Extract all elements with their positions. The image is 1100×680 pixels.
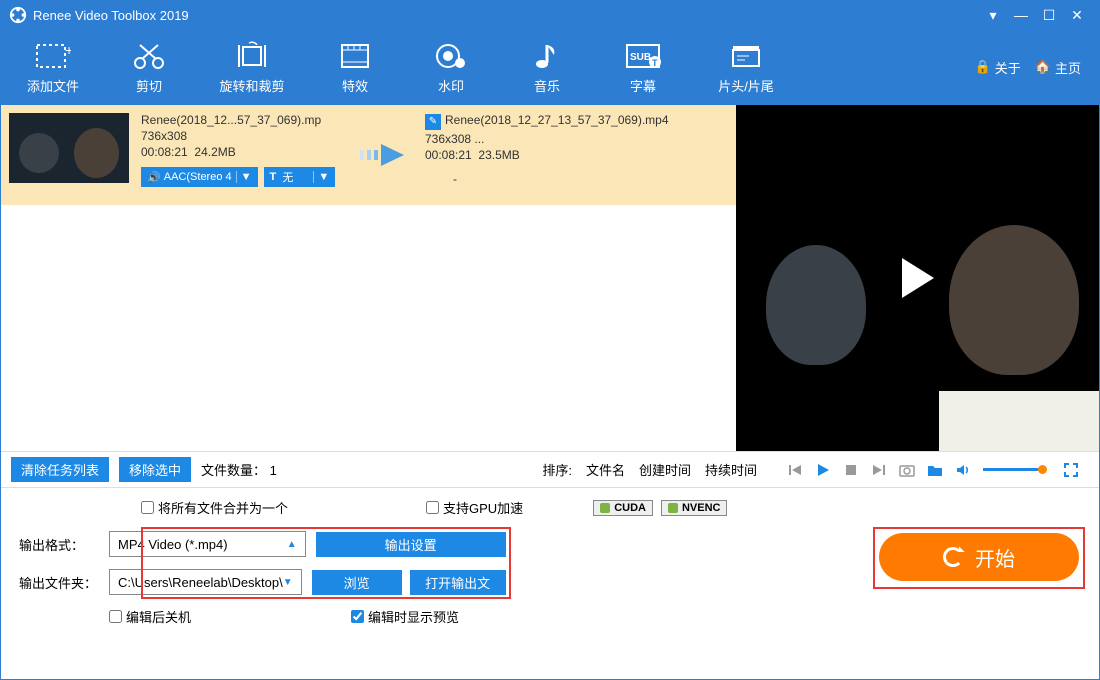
browse-button[interactable]: 浏览	[312, 570, 402, 595]
watermark-icon	[433, 40, 469, 72]
video-preview[interactable]	[736, 105, 1099, 451]
fullscreen-button[interactable]	[1063, 462, 1079, 478]
output-settings-button[interactable]: 输出设置	[316, 532, 506, 557]
refresh-icon	[943, 547, 963, 567]
prev-button[interactable]	[787, 462, 803, 478]
toolbar-subtitle[interactable]: SUBT 字幕	[595, 29, 691, 105]
app-title: Renee Video Toolbox 2019	[33, 8, 189, 23]
toolbar-watermark[interactable]: 水印	[403, 29, 499, 105]
task-list: Renee(2018_12...57_37_069).mp 736x308 00…	[1, 105, 736, 451]
subtitle-dropdown[interactable]: T 无▼	[264, 167, 336, 187]
dst-filename: ✎Renee(2018_12_27_13_57_37_069).mp4	[425, 113, 728, 130]
filmstrip-plus-icon: +▾	[35, 40, 71, 72]
home-icon: 🏠	[1035, 59, 1051, 75]
output-folder-combo[interactable]: C:\Users\Reneelab\Desktop\▼	[109, 569, 302, 595]
toolbar-rotate-crop[interactable]: 旋转和裁剪	[197, 29, 307, 105]
pencil-icon: ✎	[425, 114, 441, 130]
output-format-combo[interactable]: MP4 Video (*.mp4)▲	[109, 531, 306, 557]
open-output-button[interactable]: 打开输出文件	[410, 570, 506, 595]
video-thumbnail	[9, 113, 129, 183]
audio-icon: 🔊	[147, 171, 161, 184]
player-controls	[787, 462, 1089, 478]
play-button[interactable]	[815, 462, 831, 478]
merge-checkbox[interactable]: 将所有文件合并为一个	[141, 498, 288, 517]
stop-button[interactable]	[843, 462, 859, 478]
clapboard-icon	[728, 40, 764, 72]
scissors-icon	[131, 40, 167, 72]
maximize-button[interactable]: ☐	[1035, 1, 1063, 29]
arrow-icon	[353, 113, 413, 197]
lock-icon: 🔒	[975, 59, 991, 75]
svg-text:T: T	[652, 58, 658, 68]
dst-duration-size: 00:08:21 23.5MB	[425, 148, 728, 162]
dropdown-button[interactable]: ▾	[979, 1, 1007, 29]
folder-button[interactable]	[927, 462, 943, 478]
dst-dash: -	[425, 172, 485, 186]
sort-by-name[interactable]: 文件名	[586, 460, 625, 479]
svg-text:+: +	[65, 42, 71, 58]
shutdown-checkbox[interactable]: 编辑后关机	[109, 607, 191, 626]
text-icon: T	[270, 171, 277, 183]
preview-checkbox[interactable]: 编辑时显示预览	[351, 607, 459, 626]
play-icon[interactable]	[902, 258, 934, 298]
cuda-badge: CUDA	[593, 500, 653, 516]
toolbar-effects[interactable]: 特效	[307, 29, 403, 105]
app-logo-icon	[9, 6, 27, 24]
titlebar: Renee Video Toolbox 2019 ▾ — ☐ ✕	[1, 1, 1099, 29]
volume-slider[interactable]	[983, 468, 1043, 471]
start-button[interactable]: 开始	[879, 533, 1079, 581]
chevron-up-icon: ▲	[287, 539, 297, 550]
nvenc-badge: NVENC	[661, 500, 728, 516]
about-link[interactable]: 🔒关于	[975, 58, 1021, 77]
src-duration-size: 00:08:21 24.2MB	[141, 145, 341, 159]
remove-selected-button[interactable]: 移除选中	[119, 457, 191, 482]
close-button[interactable]: ✕	[1063, 1, 1091, 29]
toolbar-add-file[interactable]: +▾ 添加文件	[5, 29, 101, 105]
toolbar-music[interactable]: 音乐	[499, 29, 595, 105]
sort-label: 排序:	[542, 460, 572, 479]
format-label: 输出格式：	[19, 535, 99, 554]
toolbar-cut[interactable]: 剪切	[101, 29, 197, 105]
main-toolbar: +▾ 添加文件 剪切 旋转和裁剪 特效 水印 音乐 SUBT 字幕 片头/片尾 …	[1, 29, 1099, 105]
music-note-icon	[529, 40, 565, 72]
sort-by-duration[interactable]: 持续时间	[705, 460, 757, 479]
src-resolution: 736x308	[141, 129, 341, 143]
task-row[interactable]: Renee(2018_12...57_37_069).mp 736x308 00…	[1, 105, 736, 205]
list-controls: 清除任务列表 移除选中 文件数量： 1 排序: 文件名 创建时间 持续时间	[1, 451, 1099, 487]
minimize-button[interactable]: —	[1007, 1, 1035, 29]
gpu-checkbox[interactable]: 支持GPU加速	[426, 498, 523, 517]
src-filename: Renee(2018_12...57_37_069).mp	[141, 113, 341, 127]
folder-label: 输出文件夹：	[19, 573, 99, 592]
output-settings-panel: 将所有文件合并为一个 支持GPU加速 CUDA NVENC 输出格式： MP4 …	[1, 487, 1099, 644]
chevron-down-icon: ▼	[283, 577, 293, 588]
dst-resolution: 736x308 ...	[425, 132, 728, 146]
snapshot-button[interactable]	[899, 462, 915, 478]
next-button[interactable]	[871, 462, 887, 478]
home-link[interactable]: 🏠主页	[1035, 58, 1081, 77]
subtitle-icon: SUBT	[625, 40, 661, 72]
file-count-label: 文件数量： 1	[201, 460, 277, 479]
volume-icon[interactable]	[955, 462, 971, 478]
sort-by-created[interactable]: 创建时间	[639, 460, 691, 479]
toolbar-intro-outro[interactable]: 片头/片尾	[691, 29, 801, 105]
filmstrip-icon	[337, 40, 373, 72]
clear-list-button[interactable]: 清除任务列表	[11, 457, 109, 482]
svg-text:SUB: SUB	[630, 52, 651, 63]
audio-codec-dropdown[interactable]: 🔊 AAC(Stereo 4▼	[141, 167, 258, 187]
crop-rotate-icon	[234, 40, 270, 72]
